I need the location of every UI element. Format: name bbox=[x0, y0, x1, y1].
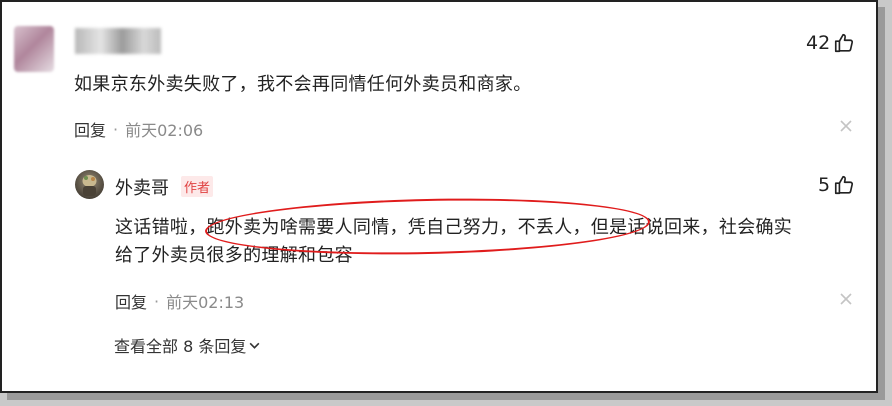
thumbs-up-icon bbox=[835, 33, 854, 53]
comment-like-count: 42 bbox=[806, 32, 831, 54]
commenter-username-blurred[interactable] bbox=[75, 28, 161, 54]
comment-reply-button[interactable]: 回复 bbox=[74, 117, 106, 141]
comment-like-button[interactable]: 42 bbox=[806, 32, 855, 54]
chevron-down-icon bbox=[249, 342, 260, 349]
view-all-replies-label: 查看全部 8 条回复 bbox=[114, 337, 247, 356]
comment-meta: 回复 · 前天02:06 bbox=[74, 117, 203, 141]
reply-meta: 回复 · 前天02:13 bbox=[115, 289, 244, 313]
reply-username[interactable]: 外卖哥 bbox=[115, 174, 169, 200]
close-icon[interactable] bbox=[839, 292, 853, 306]
reply-reply-button[interactable]: 回复 bbox=[115, 289, 147, 313]
comment-timestamp: 前天02:06 bbox=[125, 121, 204, 140]
reply-avatar-image bbox=[82, 175, 97, 196]
commenter-avatar[interactable] bbox=[14, 26, 54, 72]
reply-timestamp: 前天02:13 bbox=[166, 293, 245, 312]
reply-like-count: 5 bbox=[818, 174, 831, 196]
comment-text: 如果京东外卖失败了，我不会再同情任何外卖员和商家。 bbox=[74, 74, 532, 95]
close-icon[interactable] bbox=[839, 119, 853, 133]
comment-card: 42 如果京东外卖失败了，我不会再同情任何外卖员和商家。 回复 · 前天02:0… bbox=[0, 0, 878, 393]
meta-separator: · bbox=[113, 119, 119, 139]
reply-avatar[interactable] bbox=[75, 170, 104, 199]
thumbs-up-icon bbox=[835, 175, 854, 195]
author-badge: 作者 bbox=[181, 176, 214, 197]
view-all-replies-button[interactable]: 查看全部 8 条回复 bbox=[114, 333, 261, 357]
reply-like-button[interactable]: 5 bbox=[818, 174, 855, 196]
meta-separator: · bbox=[154, 291, 160, 311]
